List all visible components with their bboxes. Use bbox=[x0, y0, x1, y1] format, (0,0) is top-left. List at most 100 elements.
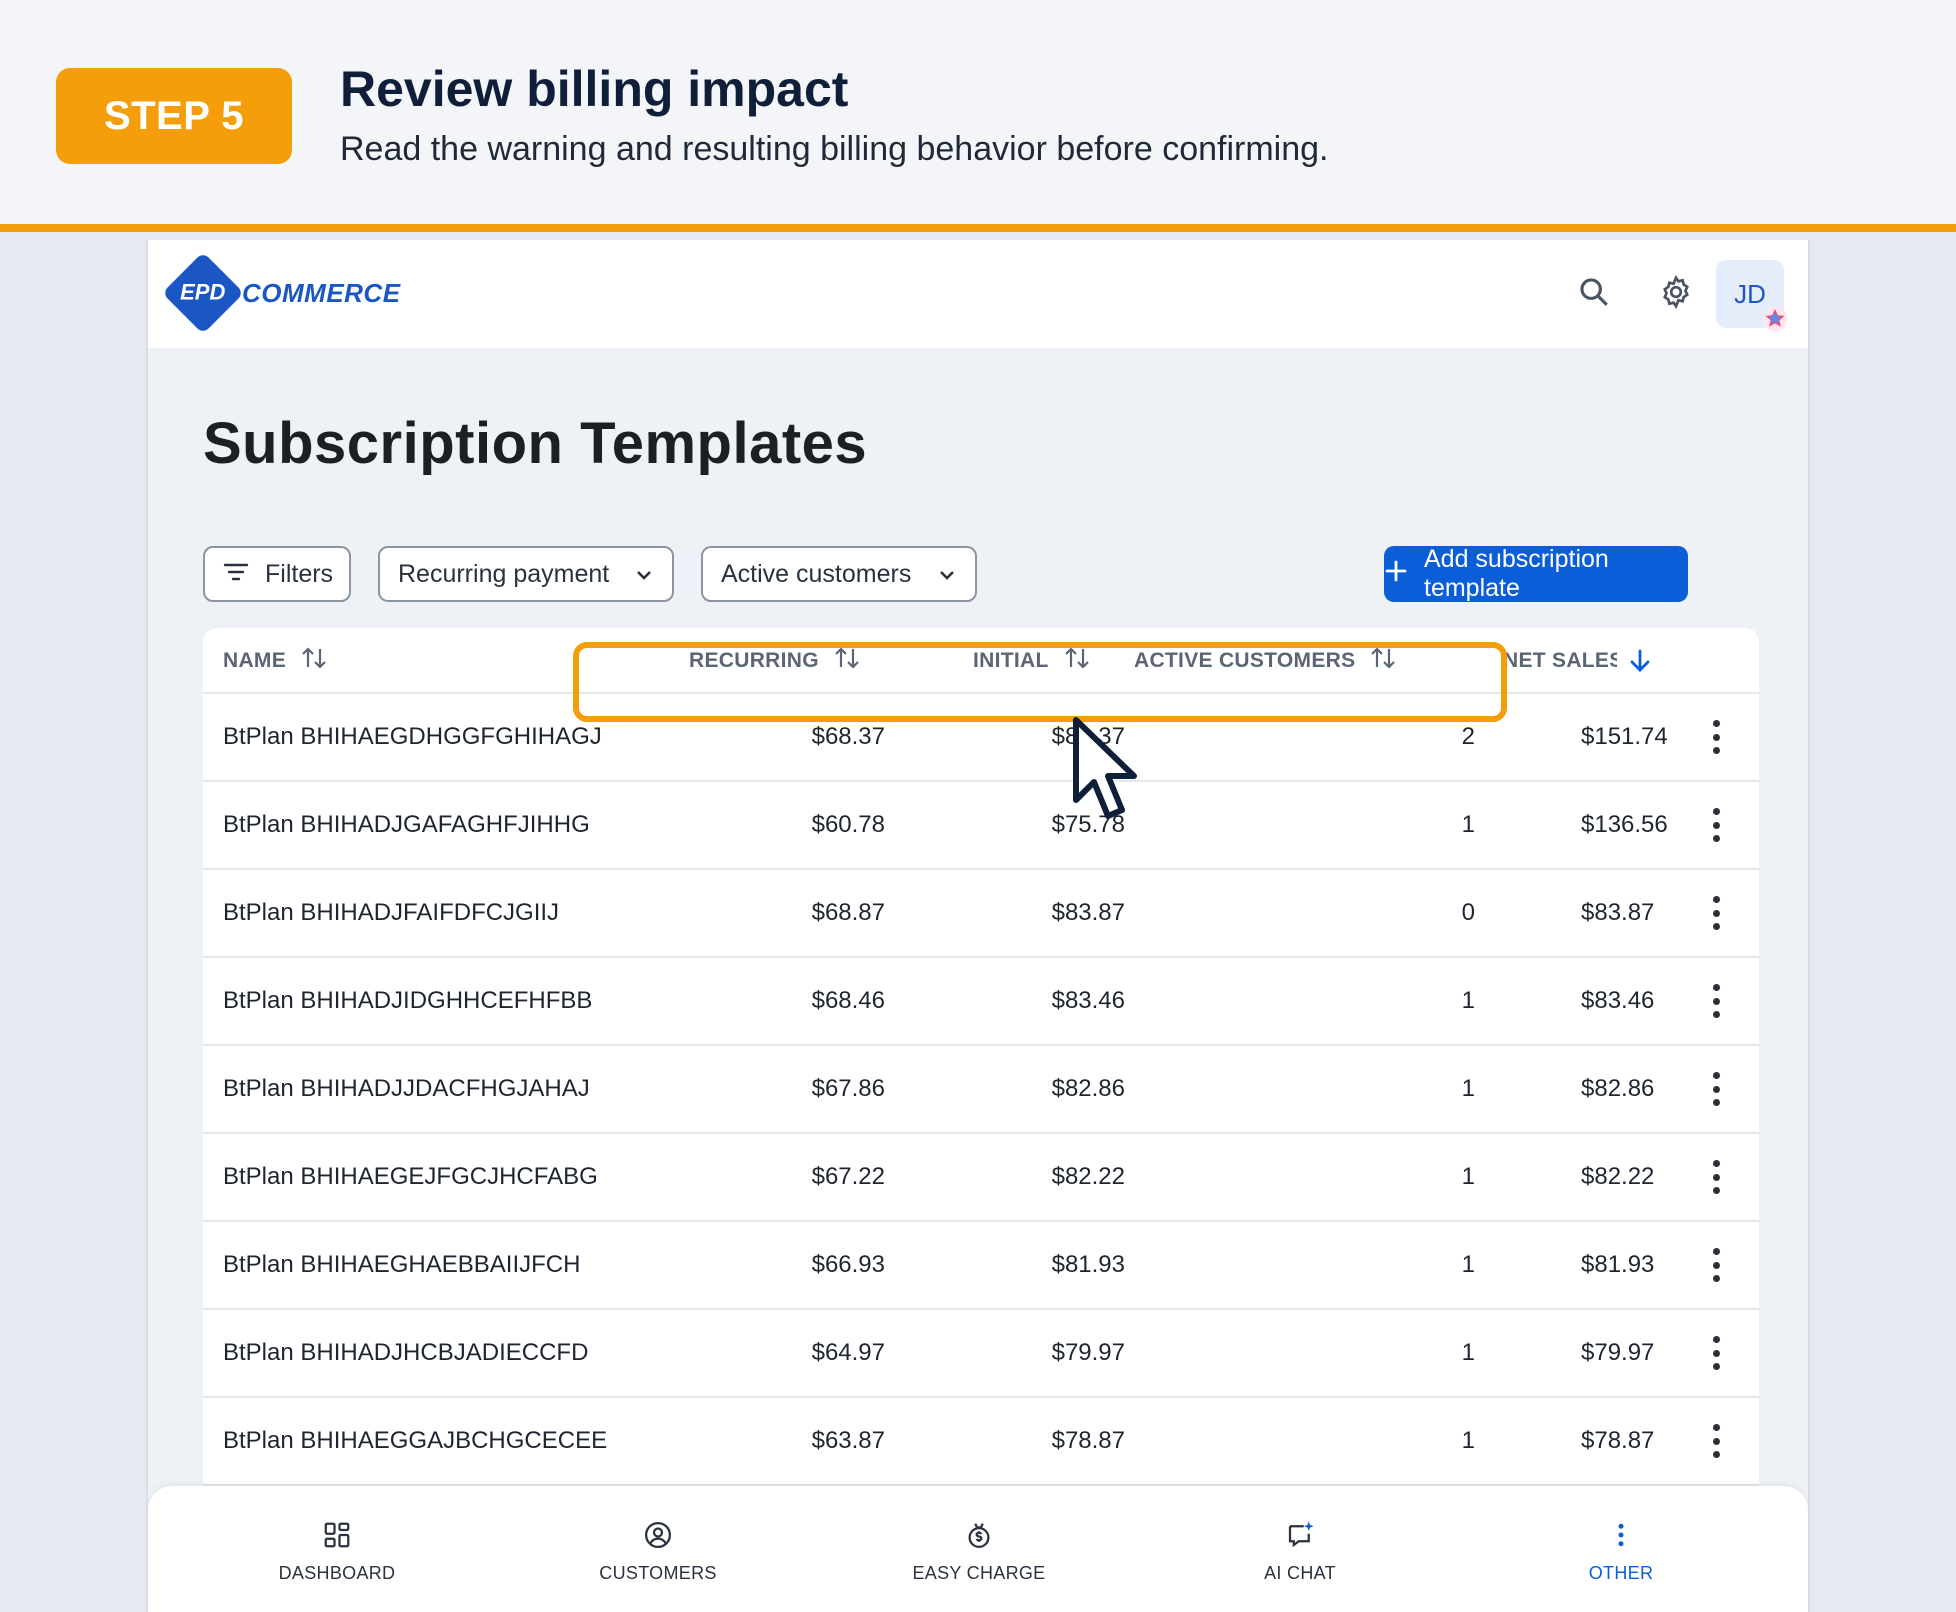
row-actions-icon[interactable] bbox=[1711, 896, 1721, 930]
net-sales-amount: $151.74 bbox=[1581, 723, 1667, 750]
active-customers-count: 1 bbox=[1461, 1339, 1475, 1366]
net-sales-amount: $136.56 bbox=[1581, 811, 1667, 838]
chevron-down-icon bbox=[634, 560, 654, 589]
add-button-label: Add subscription template bbox=[1424, 545, 1609, 602]
logo-mark: EPD bbox=[161, 251, 245, 335]
brand-logo[interactable]: EPD COMMERCE bbox=[161, 251, 401, 335]
nav-ai-chat[interactable]: AI CHAT bbox=[1200, 1520, 1400, 1584]
row-actions-icon[interactable] bbox=[1711, 720, 1721, 754]
template-name: BtPlan BHIHADJIDGHHCEFHFBB bbox=[223, 987, 593, 1014]
chat-sparkle-icon bbox=[1285, 1520, 1315, 1555]
net-sales-amount: $83.87 bbox=[1581, 899, 1655, 926]
row-actions-icon[interactable] bbox=[1711, 1072, 1721, 1106]
initial-amount: $78.87 bbox=[1051, 1427, 1125, 1454]
net-sales-amount: $82.86 bbox=[1581, 1075, 1655, 1102]
net-sales-amount: $78.87 bbox=[1581, 1427, 1655, 1454]
recurring-amount: $60.78 bbox=[811, 811, 885, 838]
nav-customers[interactable]: CUSTOMERS bbox=[558, 1520, 758, 1584]
page-title: Subscription Templates bbox=[203, 411, 868, 476]
table-row[interactable]: BtPlan BHIHADJIDGHHCEFHFBB $68.46 $83.46 1 $… bbox=[203, 958, 1759, 1046]
more-vertical-icon bbox=[1606, 1520, 1636, 1555]
template-name: BtPlan BHIHADJGAFAGHFJIHHG bbox=[223, 811, 590, 838]
template-name: BtPlan BHIHADJFAIFDFCJGIIJ bbox=[223, 899, 560, 926]
table-row[interactable]: BtPlan BHIHAEGGAJBCHGCECEE $63.87 $78.87 1 $… bbox=[203, 1398, 1759, 1486]
table-row[interactable]: BtPlan BHIHADJJDACFHGJAHAJ $67.86 $82.86 1 $… bbox=[203, 1046, 1759, 1134]
initial-amount: $83.87 bbox=[1051, 899, 1125, 926]
nav-dashboard[interactable]: DASHBOARD bbox=[237, 1520, 437, 1584]
active-customers-count: 1 bbox=[1461, 1251, 1475, 1278]
initial-amount: $79.97 bbox=[1051, 1339, 1125, 1366]
money-bag-icon bbox=[964, 1520, 994, 1555]
filters-button[interactable]: Filters bbox=[203, 546, 351, 602]
recurring-amount: $64.97 bbox=[811, 1339, 885, 1366]
net-sales-amount: $79.97 bbox=[1581, 1339, 1655, 1366]
net-sales-amount: $81.93 bbox=[1581, 1251, 1655, 1278]
row-actions-icon[interactable] bbox=[1711, 984, 1721, 1018]
initial-amount: $81.93 bbox=[1051, 1251, 1125, 1278]
template-name: BtPlan BHIHAEGDHGGFGHIHAGJ bbox=[223, 723, 602, 750]
recurring-amount: $68.87 bbox=[811, 899, 885, 926]
column-header-name[interactable]: NAME bbox=[223, 628, 328, 694]
template-name: BtPlan BHIHAEGHAEBBAIIJFCH bbox=[223, 1251, 581, 1278]
row-actions-icon[interactable] bbox=[1711, 1424, 1721, 1458]
bottom-nav: DASHBOARD CUSTOMERS EASY CHARGE AI CHAT … bbox=[148, 1486, 1808, 1612]
initial-amount: $82.22 bbox=[1051, 1163, 1125, 1190]
recurring-payment-select[interactable]: Recurring payment bbox=[378, 546, 674, 602]
recurring-amount: $66.93 bbox=[811, 1251, 885, 1278]
active-customers-count: 1 bbox=[1461, 987, 1475, 1014]
column-header-net-sales[interactable]: NET SALES bbox=[1503, 628, 1617, 694]
initial-amount: $82.86 bbox=[1051, 1075, 1125, 1102]
sort-descending-icon[interactable] bbox=[1629, 628, 1651, 694]
app-window: EPD COMMERCE JD Subscription Templates F… bbox=[146, 240, 1810, 1612]
customers-select-value: Active customers bbox=[721, 559, 912, 588]
row-actions-icon[interactable] bbox=[1711, 1248, 1721, 1282]
template-name: BtPlan BHIHADJJDACFHGJAHAJ bbox=[223, 1075, 590, 1102]
mouse-pointer-icon bbox=[1072, 716, 1142, 822]
net-sales-amount: $82.22 bbox=[1581, 1163, 1655, 1190]
active-customers-count: 1 bbox=[1461, 811, 1475, 838]
top-bar: EPD COMMERCE JD bbox=[148, 240, 1808, 348]
recurring-amount: $63.87 bbox=[811, 1427, 885, 1454]
net-sales-amount: $83.46 bbox=[1581, 987, 1655, 1014]
filters-label: Filters bbox=[265, 559, 334, 588]
step-subtitle: Read the warning and resulting billing b… bbox=[340, 130, 1329, 168]
step-banner: STEP 5 Review billing impact Read the wa… bbox=[0, 0, 1956, 232]
step-badge: STEP 5 bbox=[56, 68, 292, 164]
row-actions-icon[interactable] bbox=[1711, 808, 1721, 842]
active-customers-count: 1 bbox=[1461, 1163, 1475, 1190]
search-icon[interactable] bbox=[1572, 270, 1616, 314]
table-row[interactable]: BtPlan BHIHADJHCBJADIECCFD $64.97 $79.97 1 $… bbox=[203, 1310, 1759, 1398]
logo-text: COMMERCE bbox=[242, 277, 401, 308]
row-actions-icon[interactable] bbox=[1711, 1336, 1721, 1370]
gear-icon[interactable] bbox=[1654, 270, 1698, 314]
filter-icon bbox=[223, 560, 249, 589]
add-subscription-template-button[interactable]: Add subscription template bbox=[1384, 545, 1688, 602]
template-name: BtPlan BHIHAEGEJFGCJHCFABG bbox=[223, 1163, 598, 1190]
nav-other[interactable]: OTHER bbox=[1521, 1520, 1721, 1584]
sort-icon bbox=[300, 646, 328, 676]
table-row[interactable]: BtPlan BHIHAEGEJFGCJHCFABG $67.22 $82.22 1 $… bbox=[203, 1134, 1759, 1222]
dashboard-icon bbox=[322, 1520, 352, 1555]
template-name: BtPlan BHIHADJHCBJADIECCFD bbox=[223, 1339, 589, 1366]
active-customers-select[interactable]: Active customers bbox=[701, 546, 977, 602]
recurring-select-value: Recurring payment bbox=[398, 559, 610, 588]
recurring-amount: $67.86 bbox=[811, 1075, 885, 1102]
table-row[interactable]: BtPlan BHIHADJFAIFDFCJGIIJ $68.87 $83.87 0 $… bbox=[203, 870, 1759, 958]
active-customers-count: 1 bbox=[1461, 1075, 1475, 1102]
nav-easy-charge[interactable]: EASY CHARGE bbox=[879, 1520, 1079, 1584]
recurring-amount: $67.22 bbox=[811, 1163, 885, 1190]
column-headers-highlight bbox=[573, 642, 1507, 722]
active-customers-count: 0 bbox=[1461, 899, 1475, 926]
active-customers-count: 1 bbox=[1461, 1427, 1475, 1454]
plus-icon bbox=[1384, 559, 1408, 590]
row-actions-icon[interactable] bbox=[1711, 1160, 1721, 1194]
table-row[interactable]: BtPlan BHIHAEGHAEBBAIIJFCH $66.93 $81.93 1 $… bbox=[203, 1222, 1759, 1310]
user-circle-icon bbox=[643, 1520, 673, 1555]
step-title: Review billing impact bbox=[340, 61, 849, 117]
template-name: BtPlan BHIHAEGGAJBCHGCECEE bbox=[223, 1427, 608, 1454]
star-badge-icon bbox=[1760, 304, 1790, 334]
table-row[interactable]: BtPlan BHIHADJGAFAGHFJIHHG $60.78 $75.78 1 $… bbox=[203, 782, 1759, 870]
templates-table: NAME RECURRING INITIAL ACTIVE CUSTOMERS … bbox=[203, 628, 1759, 1612]
initial-amount: $83.46 bbox=[1051, 987, 1125, 1014]
recurring-amount: $68.46 bbox=[811, 987, 885, 1014]
